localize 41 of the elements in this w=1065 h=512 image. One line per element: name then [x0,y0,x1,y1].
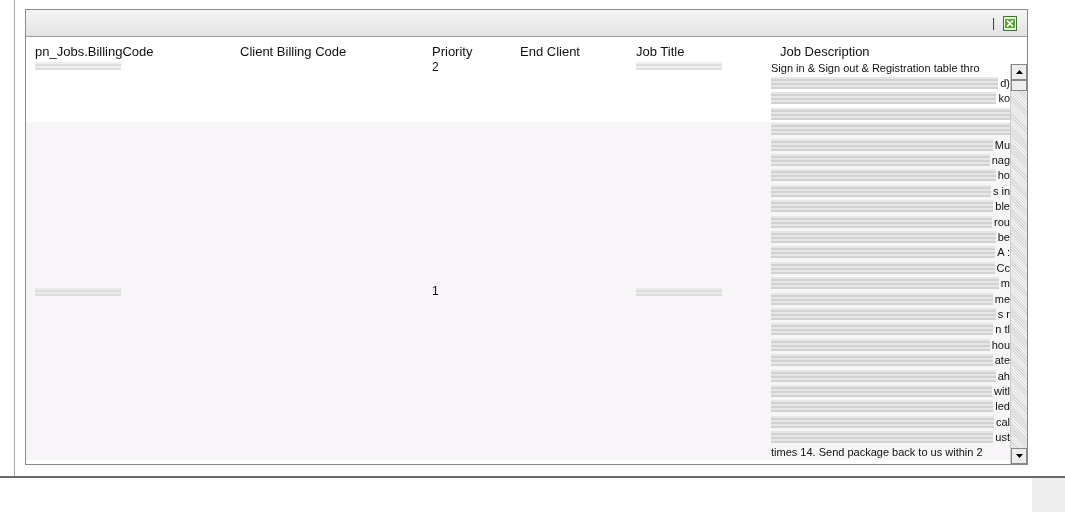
description-text: ah [997,368,1010,383]
description-text: ho [997,168,1010,183]
panel-background [1032,478,1065,512]
description-text: s r [997,306,1010,321]
down-arrow-icon [1015,454,1023,458]
description-text: A : [997,245,1010,260]
vertical-scrollbar[interactable] [1010,64,1027,464]
column-header[interactable]: Job Title [627,44,771,63]
description-text: be [997,230,1010,244]
description-text: cal [995,414,1010,429]
description-text: s in [992,183,1010,198]
description-text: hou [991,337,1010,352]
description-text: rou [994,214,1010,229]
description-text: Mu [994,137,1010,152]
description-text: led [995,399,1010,414]
column-header[interactable]: Job Description [771,44,1010,63]
scroll-thumb[interactable] [1011,80,1027,91]
scroll-down-button[interactable] [1011,448,1027,464]
description-text: nag [991,153,1010,168]
toolbar-separator: | [991,16,995,30]
column-header[interactable]: Priority [423,44,511,63]
description-text: d) [1000,76,1010,91]
description-text: m [1000,276,1010,291]
description-text: ate [994,353,1010,368]
description-text: ko [998,91,1010,106]
description-text: n tl [995,322,1010,337]
description-text: witl [994,383,1010,398]
description-text: times 14. Send package back to us within 2 [771,445,983,460]
description-text: ust [995,430,1010,445]
description-text: me [994,291,1010,306]
column-header[interactable]: Client Billing Code [231,44,423,63]
scroll-up-button[interactable] [1011,64,1027,80]
table-cell: 2 [432,60,439,74]
description-text: ble [995,199,1010,214]
description-text: Cc [996,260,1010,275]
up-arrow-icon [1015,70,1023,74]
description-text: Sign in & Sign out & Registration table thro [771,60,980,75]
column-header[interactable]: End Client [511,44,627,63]
column-header[interactable]: pn_Jobs.BillingCode [26,44,231,63]
table-cell: 1 [432,283,439,298]
spreadsheet-export-icon[interactable] [1003,15,1017,31]
